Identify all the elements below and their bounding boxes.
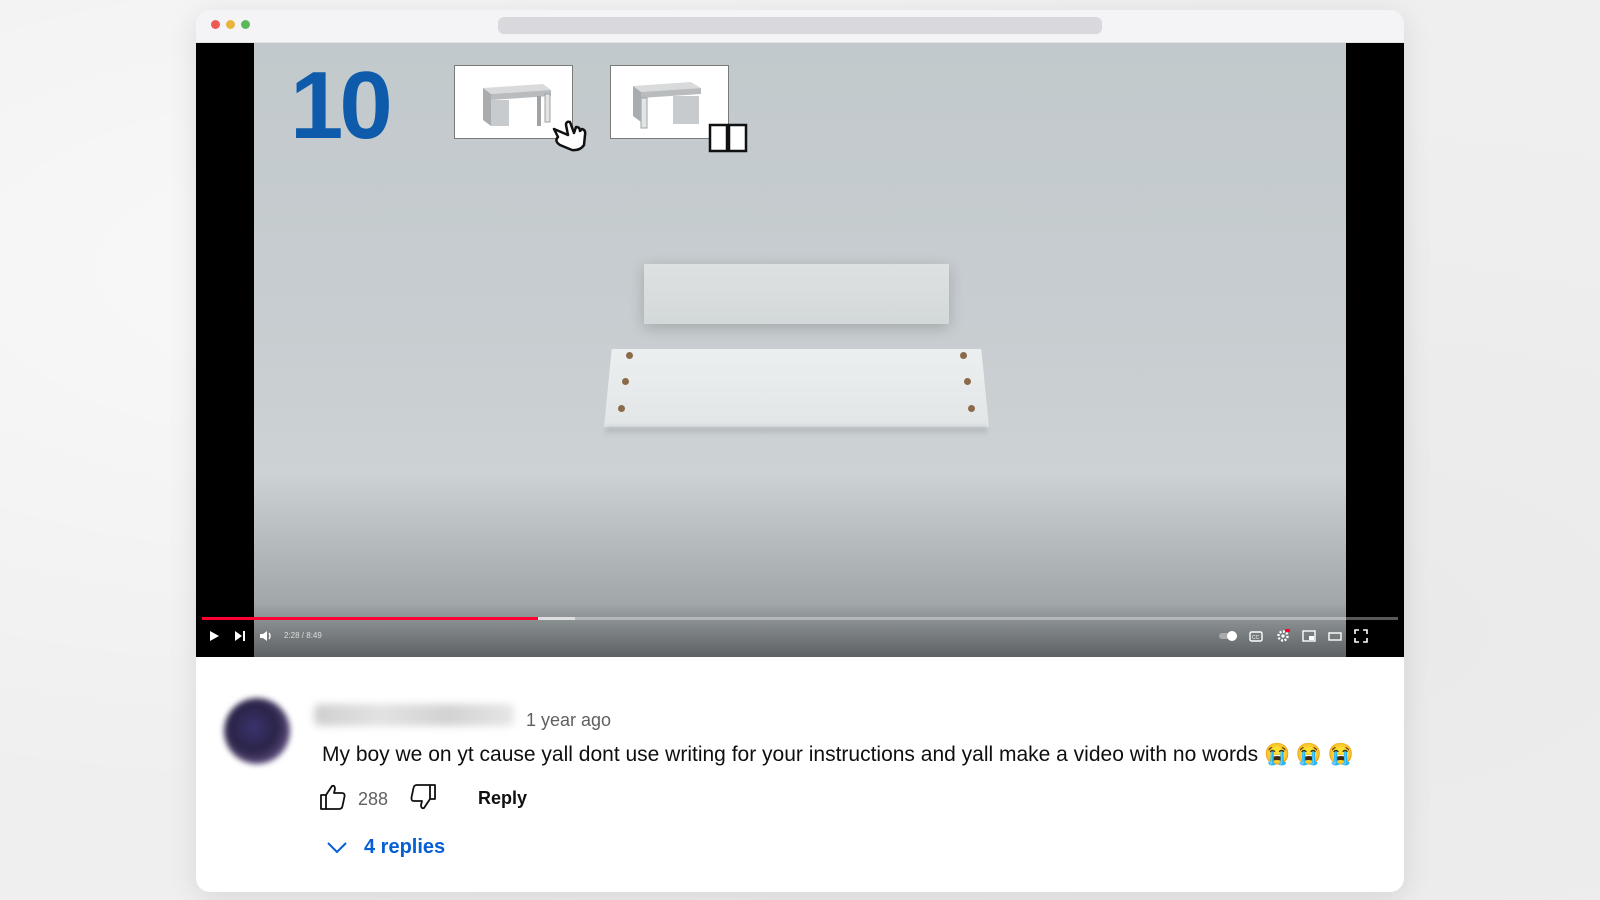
chevron-down-icon <box>327 842 347 854</box>
username-redacted <box>314 704 514 726</box>
captions-icon[interactable]: CC <box>1248 628 1264 644</box>
view-replies-button[interactable]: 4 replies <box>326 832 445 862</box>
video-player[interactable]: 10 2:28 / 8:49 CC <box>196 43 1404 657</box>
thumbs-down-icon[interactable] <box>408 782 438 812</box>
panel-edge <box>606 427 987 433</box>
address-bar[interactable] <box>498 17 1102 34</box>
desk-panel-top <box>644 264 949 324</box>
browser-window: 10 2:28 / 8:49 CC 1 year ago My boy we o… <box>196 10 1404 892</box>
book-icon <box>708 123 748 153</box>
window-titlebar <box>196 10 1404 43</box>
comment-timestamp[interactable]: 1 year ago <box>526 710 611 731</box>
desk-panel-bottom <box>604 349 989 427</box>
dowel-hole <box>960 352 967 359</box>
play-icon[interactable] <box>206 628 222 644</box>
comment-thread: 1 year ago My boy we on yt cause yall do… <box>196 657 1404 892</box>
dowel-hole <box>622 378 629 385</box>
dowel-hole <box>626 352 633 359</box>
close-window-button[interactable] <box>211 20 220 29</box>
svg-text:CC: CC <box>1252 635 1260 641</box>
progress-played <box>202 617 539 620</box>
player-controls: 2:28 / 8:49 CC <box>196 603 1404 657</box>
video-frame: 10 <box>254 43 1346 657</box>
dowel-hole <box>968 405 975 412</box>
fullscreen-icon[interactable] <box>1353 628 1369 644</box>
avatar[interactable] <box>224 698 290 764</box>
pointing-hand-icon <box>552 120 587 152</box>
next-icon[interactable] <box>232 628 248 644</box>
step-number: 10 <box>290 52 393 159</box>
volume-icon[interactable] <box>258 628 274 644</box>
miniplayer-icon[interactable] <box>1301 628 1317 644</box>
theater-mode-icon[interactable] <box>1327 628 1343 644</box>
thumbs-up-icon[interactable] <box>318 782 348 812</box>
maximize-window-button[interactable] <box>241 20 250 29</box>
replies-count-label: 4 replies <box>364 835 446 858</box>
time-display: 2:28 / 8:49 <box>284 631 322 640</box>
dowel-hole <box>964 378 971 385</box>
dowel-hole <box>618 405 625 412</box>
comment-text: My boy we on yt cause yall dont use writ… <box>322 743 1355 766</box>
reply-button[interactable]: Reply <box>478 788 527 809</box>
like-count: 288 <box>358 789 389 809</box>
progress-bar[interactable] <box>202 617 1398 620</box>
minimize-window-button[interactable] <box>226 20 235 29</box>
autoplay-toggle-icon[interactable] <box>1218 628 1240 644</box>
settings-gear-icon[interactable] <box>1275 628 1291 644</box>
